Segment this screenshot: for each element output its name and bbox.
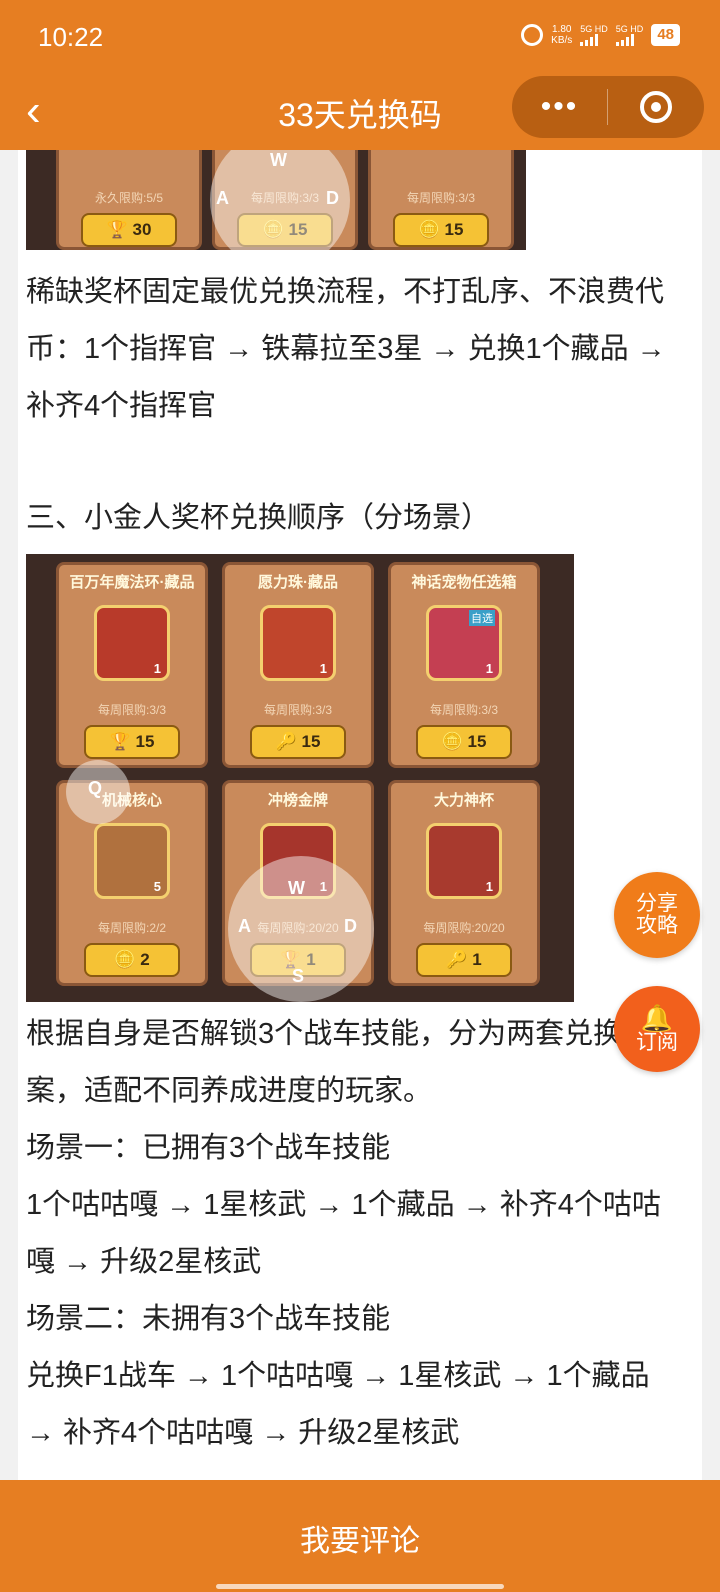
section-heading-3: 三、小金人奖杯兑换顺序（分场景） [26,502,491,534]
trophy-icon: 1 [426,823,502,899]
signal-sim2-icon: 5G HD [615,24,643,46]
signal-sim1-icon: 5G HD [580,24,608,46]
card-price: 🔑 15 [250,725,346,759]
nav-bar: ‹ 33天兑换码 ••• [0,76,720,150]
subscribe-button[interactable]: 🔔 订阅 [614,986,700,1072]
scene2-body: 兑换F1战车 → 1个咕咕嘎 → 1星核武 → 1个藏品 → 补齐4个咕咕嘎 →… [26,1360,650,1449]
miniapp-capsule: ••• [512,76,704,138]
card-price: 🪙 15 [393,213,489,247]
magic-ring-icon: 1 [94,605,170,681]
close-miniapp-button[interactable] [608,91,703,123]
shop-card: 神话宠物任选箱 自选 1 每周限购:3/3 🪙 15 [388,562,540,768]
alarm-icon [521,24,544,46]
share-guide-button[interactable]: 分享 攻略 [614,872,700,958]
card-price: 🔑 1 [416,943,512,977]
status-bar: 10:22 1.80 KB/s 5G HD 5G HD 48 [0,0,720,76]
bottom-bar: 我要评论 [0,1480,720,1592]
shop-card: 每周限购:3/3 🪙 15 [368,150,514,250]
mech-core-icon: 5 [94,823,170,899]
card-price: 🏆 30 [81,213,177,247]
target-icon [639,91,672,123]
card-price: 🏆 15 [84,725,180,759]
shop-card: 永久限购:5/5 🏆 30 [56,150,202,250]
scene1-body: 1个咕咕嘎 → 1星核武 → 1个藏品 → 补齐4个咕咕嘎 → 升级2星核武 [26,1189,661,1278]
card-limit: 每周限购:3/3 [406,191,476,205]
network-speed: 1.80 KB/s [551,24,573,46]
card-price: 🪙 2 [84,943,180,977]
game-screenshot-1: 永久限购:5/5 🏆 30 每周限购:3/3 🪙 15 每周限购:3/3 🪙 1… [26,150,526,250]
virtual-joystick: W A D [210,150,350,250]
paragraph-exchange-flow: 稀缺奖杯固定最优兑换流程，不打乱序、不浪费代币：1个指挥官 → 铁幕拉至3星 →… [26,276,666,422]
status-time: 10:22 [38,22,104,52]
virtual-joystick: W A D S [228,856,374,1002]
card-limit: 永久限购:5/5 [94,191,164,205]
game-screenshot-2: 百万年魔法环·藏品 1 每周限购:3/3 🏆 15 愿力珠·藏品 1 每周限购:… [26,554,574,1002]
paragraph-scenarios-intro: 根据自身是否解锁3个战车技能，分为两套兑换方案，适配不同养成进度的玩家。 [26,1018,652,1107]
comment-button[interactable]: 我要评论 [0,1516,720,1560]
scene2-title: 场景二：未拥有3个战车技能 [26,1303,391,1335]
virtual-button-q: Q [66,760,130,824]
home-indicator[interactable] [216,1584,504,1589]
shop-card: 愿力珠·藏品 1 每周限购:3/3 🔑 15 [222,562,374,768]
card-price: 🪙 15 [416,725,512,759]
shop-card: 大力神杯 1 每周限购:20/20 🔑 1 [388,780,540,986]
article-content: 永久限购:5/5 🏆 30 每周限购:3/3 🪙 15 每周限购:3/3 🪙 1… [18,150,702,1480]
bell-icon: 🔔 [640,1003,674,1033]
scene1-title: 场景一：已拥有3个战车技能 [26,1132,391,1164]
pet-chest-icon: 自选 1 [426,605,502,681]
battery-icon: 48 [651,24,680,46]
status-icons: 1.80 KB/s 5G HD 5G HD 48 [521,24,680,46]
shop-card: 百万年魔法环·藏品 1 每周限购:3/3 🏆 15 [56,562,208,768]
more-button[interactable]: ••• [512,90,607,124]
wish-orb-icon: 1 [260,605,336,681]
